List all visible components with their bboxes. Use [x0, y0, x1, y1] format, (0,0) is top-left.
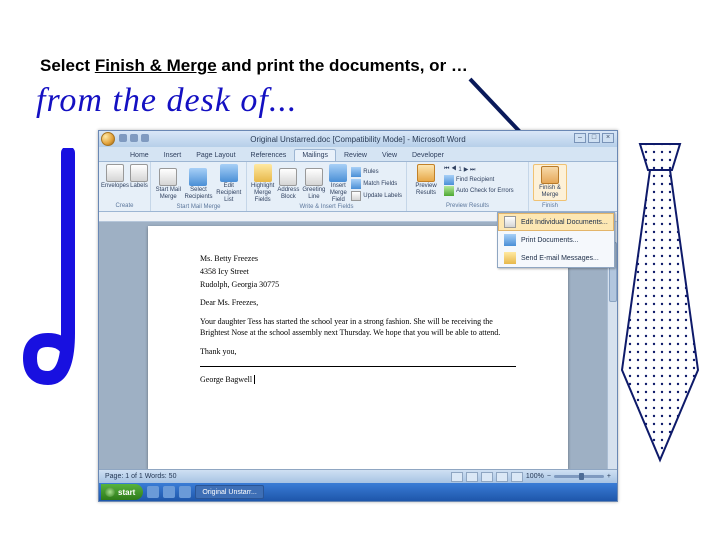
windows-taskbar: start Original Unstarr...: [99, 483, 617, 501]
titlebar: Original Unstarred.doc [Compatibility Mo…: [99, 131, 617, 147]
word-window: Original Unstarred.doc [Compatibility Mo…: [98, 130, 618, 502]
labels-button[interactable]: Labels: [130, 164, 148, 190]
recipient-street: 4358 Icy Street: [200, 267, 516, 278]
letter-body: Your daughter Tess has started the schoo…: [200, 317, 516, 339]
rules-button[interactable]: Rules: [351, 167, 402, 177]
closing: Thank you,: [200, 347, 516, 358]
ribbon-group-start: Start Mail Merge Select Recipients Edit …: [151, 162, 247, 211]
document-icon: [504, 216, 516, 228]
ribbon-group-write: Highlight Merge Fields Address Block Gre…: [247, 162, 407, 211]
update-labels-button[interactable]: Update Labels: [351, 191, 402, 201]
start-button[interactable]: start: [101, 484, 143, 500]
necktie-graphic: [610, 140, 710, 480]
text-cursor: [252, 375, 255, 384]
dropdown-edit-individual[interactable]: Edit Individual Documents...: [498, 213, 614, 231]
group-label-create: Create: [103, 203, 146, 209]
ribbon: Envelopes Labels Create Start Mail Merge…: [99, 162, 617, 212]
windows-logo-icon: [105, 487, 115, 497]
mail-icon: [504, 252, 516, 264]
maximize-button[interactable]: □: [588, 133, 600, 143]
insert-merge-field-button[interactable]: Insert Merge Field: [328, 164, 348, 204]
salutation: Dear Ms. Freezes,: [200, 298, 516, 309]
status-bar: Page: 1 of 1 Words: 50 100% − +: [99, 469, 617, 483]
preview-results-button[interactable]: Preview Results: [411, 164, 441, 197]
group-label-write: Write & Insert Fields: [251, 204, 402, 210]
view-web-layout[interactable]: [481, 472, 493, 482]
status-left: Page: 1 of 1 Words: 50: [105, 473, 176, 480]
signature: George Bagwell: [200, 375, 516, 386]
group-label-start: Start Mail Merge: [155, 204, 242, 210]
tab-review[interactable]: Review: [337, 150, 374, 161]
envelopes-button[interactable]: Envelopes: [103, 164, 127, 190]
zoom-slider[interactable]: [554, 475, 604, 478]
taskbar-quicklaunch-1[interactable]: [147, 486, 159, 498]
group-label-finish: Finish: [533, 203, 567, 209]
dropdown-send-email[interactable]: Send E-mail Messages...: [498, 249, 614, 267]
ribbon-group-create: Envelopes Labels Create: [99, 162, 151, 211]
zoom-out-button[interactable]: −: [547, 473, 551, 480]
taskbar-word-item[interactable]: Original Unstarr...: [195, 485, 263, 499]
recipient-name: Ms. Betty Freezes: [200, 254, 516, 265]
quick-access-toolbar[interactable]: [119, 134, 149, 142]
tab-references[interactable]: References: [244, 150, 294, 161]
office-button[interactable]: [101, 132, 115, 146]
view-full-screen[interactable]: [466, 472, 478, 482]
taskbar-quicklaunch-2[interactable]: [163, 486, 175, 498]
start-mail-merge-button[interactable]: Start Mail Merge: [155, 168, 181, 201]
finish-merge-dropdown: Edit Individual Documents... Print Docum…: [497, 212, 615, 268]
match-fields-button[interactable]: Match Fields: [351, 179, 402, 189]
tab-page-layout[interactable]: Page Layout: [189, 150, 242, 161]
tab-developer[interactable]: Developer: [405, 150, 451, 161]
group-label-preview: Preview Results: [411, 203, 524, 209]
ribbon-group-preview: Preview Results ⏮ ◀ 1 ▶ ⏭ Find Recipient…: [407, 162, 529, 211]
caption-post: and print the documents, or …: [217, 56, 468, 75]
tab-view[interactable]: View: [375, 150, 404, 161]
window-title: Original Unstarred.doc [Compatibility Mo…: [250, 135, 465, 144]
zoom-percent[interactable]: 100%: [526, 473, 544, 480]
tab-home[interactable]: Home: [123, 150, 156, 161]
letter-l-graphic: [20, 148, 95, 398]
desk-of-heading: from the desk of...: [36, 82, 297, 120]
select-recipients-button[interactable]: Select Recipients: [184, 168, 212, 201]
taskbar-quicklaunch-3[interactable]: [179, 486, 191, 498]
greeting-line-button[interactable]: Greeting Line: [302, 168, 325, 201]
find-recipient-button[interactable]: Find Recipient: [444, 175, 514, 185]
record-nav[interactable]: ⏮ ◀ 1 ▶ ⏭: [444, 166, 514, 174]
printer-icon: [504, 234, 516, 246]
finish-merge-button[interactable]: Finish & Merge: [535, 166, 565, 199]
address-block-button[interactable]: Address Block: [277, 168, 299, 201]
view-outline[interactable]: [496, 472, 508, 482]
caption-pre: Select: [40, 56, 95, 75]
instruction-text: Select Finish & Merge and print the docu…: [40, 56, 468, 76]
close-button[interactable]: ×: [602, 133, 614, 143]
zoom-in-button[interactable]: +: [607, 473, 611, 480]
dropdown-print-documents[interactable]: Print Documents...: [498, 231, 614, 249]
edit-recipient-list-button[interactable]: Edit Recipient List: [216, 164, 242, 204]
ribbon-tabs: Home Insert Page Layout References Maili…: [99, 147, 617, 162]
signature-line: [200, 366, 516, 367]
view-print-layout[interactable]: [451, 472, 463, 482]
highlight-fields-button[interactable]: Highlight Merge Fields: [251, 164, 274, 204]
caption-underlined: Finish & Merge: [95, 56, 217, 75]
view-draft[interactable]: [511, 472, 523, 482]
ribbon-group-finish: Finish & Merge Finish: [529, 162, 571, 211]
minimize-button[interactable]: –: [574, 133, 586, 143]
tab-mailings[interactable]: Mailings: [294, 149, 336, 161]
auto-check-errors-button[interactable]: Auto Check for Errors: [444, 186, 514, 196]
tab-insert[interactable]: Insert: [157, 150, 189, 161]
recipient-city: Rudolph, Georgia 30775: [200, 280, 516, 291]
